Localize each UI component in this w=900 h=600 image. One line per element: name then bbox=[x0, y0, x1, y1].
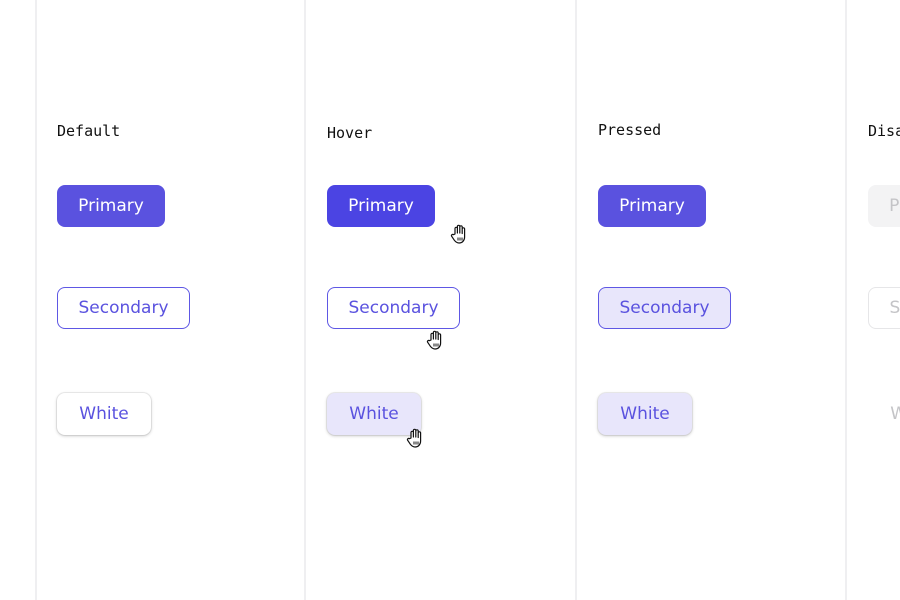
column-divider bbox=[845, 0, 847, 600]
primary-button-pressed[interactable]: Primary bbox=[598, 185, 706, 227]
primary-button-hover[interactable]: Primary bbox=[327, 185, 435, 227]
primary-button-default[interactable]: Primary bbox=[57, 185, 165, 227]
secondary-button-disabled: Secondary bbox=[868, 287, 900, 329]
secondary-button-default[interactable]: Secondary bbox=[57, 287, 190, 329]
hand-pointer-icon bbox=[450, 224, 466, 244]
hand-pointer-icon bbox=[406, 428, 422, 448]
white-button-pressed[interactable]: White bbox=[598, 393, 692, 435]
white-button-default[interactable]: White bbox=[57, 393, 151, 435]
state-label-pressed: Pressed bbox=[598, 121, 662, 139]
column-divider bbox=[304, 0, 306, 600]
secondary-button-hover[interactable]: Secondary bbox=[327, 287, 460, 329]
state-label-hover: Hover bbox=[327, 124, 373, 142]
state-label-disabled: Disabled bbox=[868, 122, 900, 140]
column-divider bbox=[575, 0, 577, 600]
state-label-default: Default bbox=[57, 122, 121, 140]
primary-button-disabled: Primary bbox=[868, 185, 900, 227]
hand-pointer-icon bbox=[426, 330, 442, 350]
white-button-disabled: White bbox=[868, 393, 900, 435]
secondary-button-pressed[interactable]: Secondary bbox=[598, 287, 731, 329]
column-divider bbox=[35, 0, 37, 600]
